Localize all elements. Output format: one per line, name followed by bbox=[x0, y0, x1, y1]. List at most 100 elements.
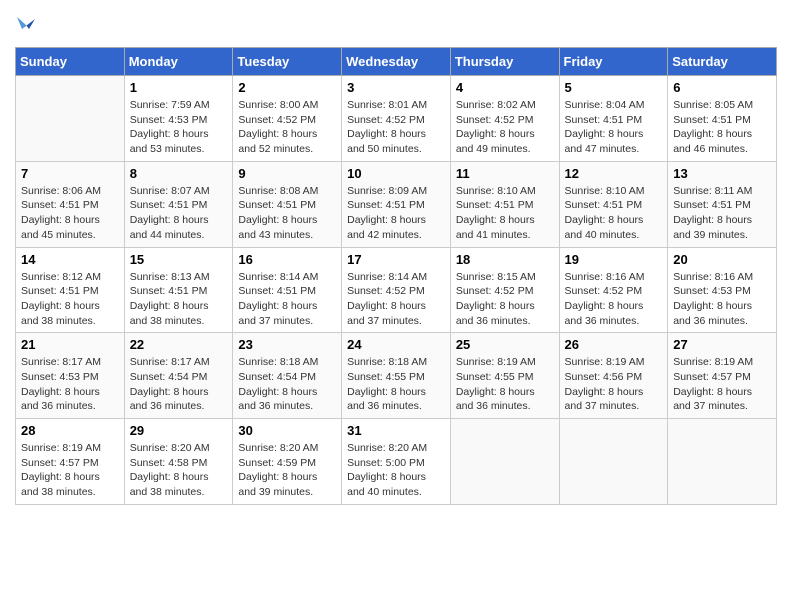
day-number: 22 bbox=[130, 337, 228, 352]
day-number: 23 bbox=[238, 337, 336, 352]
day-info: Sunrise: 8:20 AM Sunset: 4:58 PM Dayligh… bbox=[130, 441, 228, 500]
day-info: Sunrise: 8:19 AM Sunset: 4:57 PM Dayligh… bbox=[673, 355, 771, 414]
day-info: Sunrise: 8:20 AM Sunset: 5:00 PM Dayligh… bbox=[347, 441, 445, 500]
day-number: 14 bbox=[21, 252, 119, 267]
calendar-cell: 31 Sunrise: 8:20 AM Sunset: 5:00 PM Dayli… bbox=[342, 419, 451, 505]
day-info: Sunrise: 8:02 AM Sunset: 4:52 PM Dayligh… bbox=[456, 98, 554, 157]
day-info: Sunrise: 8:06 AM Sunset: 4:51 PM Dayligh… bbox=[21, 184, 119, 243]
calendar-cell: 10 Sunrise: 8:09 AM Sunset: 4:51 PM Dayli… bbox=[342, 161, 451, 247]
day-number: 25 bbox=[456, 337, 554, 352]
day-number: 16 bbox=[238, 252, 336, 267]
day-info: Sunrise: 8:16 AM Sunset: 4:53 PM Dayligh… bbox=[673, 270, 771, 329]
calendar-cell: 4 Sunrise: 8:02 AM Sunset: 4:52 PM Daylig… bbox=[450, 76, 559, 162]
calendar-cell: 20 Sunrise: 8:16 AM Sunset: 4:53 PM Dayli… bbox=[668, 247, 777, 333]
day-number: 17 bbox=[347, 252, 445, 267]
day-number: 24 bbox=[347, 337, 445, 352]
day-number: 8 bbox=[130, 166, 228, 181]
day-info: Sunrise: 8:18 AM Sunset: 4:54 PM Dayligh… bbox=[238, 355, 336, 414]
day-number: 12 bbox=[565, 166, 663, 181]
logo-bird-icon bbox=[17, 15, 35, 33]
calendar-cell: 1 Sunrise: 7:59 AM Sunset: 4:53 PM Daylig… bbox=[124, 76, 233, 162]
calendar-cell: 2 Sunrise: 8:00 AM Sunset: 4:52 PM Daylig… bbox=[233, 76, 342, 162]
day-number: 11 bbox=[456, 166, 554, 181]
day-info: Sunrise: 8:09 AM Sunset: 4:51 PM Dayligh… bbox=[347, 184, 445, 243]
calendar-cell: 8 Sunrise: 8:07 AM Sunset: 4:51 PM Daylig… bbox=[124, 161, 233, 247]
calendar-cell: 15 Sunrise: 8:13 AM Sunset: 4:51 PM Dayli… bbox=[124, 247, 233, 333]
day-number: 21 bbox=[21, 337, 119, 352]
calendar-cell bbox=[559, 419, 668, 505]
calendar-cell: 21 Sunrise: 8:17 AM Sunset: 4:53 PM Dayli… bbox=[16, 333, 125, 419]
column-header-wednesday: Wednesday bbox=[342, 48, 451, 76]
day-number: 31 bbox=[347, 423, 445, 438]
calendar-cell: 9 Sunrise: 8:08 AM Sunset: 4:51 PM Daylig… bbox=[233, 161, 342, 247]
calendar-cell: 28Sunrise: 8:19 AM Sunset: 4:57 PM Dayli… bbox=[16, 419, 125, 505]
column-header-thursday: Thursday bbox=[450, 48, 559, 76]
day-number: 5 bbox=[565, 80, 663, 95]
day-number: 29 bbox=[130, 423, 228, 438]
column-header-tuesday: Tuesday bbox=[233, 48, 342, 76]
day-number: 18 bbox=[456, 252, 554, 267]
day-number: 19 bbox=[565, 252, 663, 267]
day-info: Sunrise: 8:12 AM Sunset: 4:51 PM Dayligh… bbox=[21, 270, 119, 329]
day-info: Sunrise: 8:07 AM Sunset: 4:51 PM Dayligh… bbox=[130, 184, 228, 243]
calendar-cell: 22 Sunrise: 8:17 AM Sunset: 4:54 PM Dayli… bbox=[124, 333, 233, 419]
calendar-cell: 23 Sunrise: 8:18 AM Sunset: 4:54 PM Dayli… bbox=[233, 333, 342, 419]
day-info: Sunrise: 8:19 AM Sunset: 4:57 PM Dayligh… bbox=[21, 441, 119, 500]
calendar-cell: 19 Sunrise: 8:16 AM Sunset: 4:52 PM Dayli… bbox=[559, 247, 668, 333]
day-info: Sunrise: 8:20 AM Sunset: 4:59 PM Dayligh… bbox=[238, 441, 336, 500]
calendar-cell: 30Sunrise: 8:20 AM Sunset: 4:59 PM Dayli… bbox=[233, 419, 342, 505]
day-number: 27 bbox=[673, 337, 771, 352]
calendar-cell: 14 Sunrise: 8:12 AM Sunset: 4:51 PM Dayli… bbox=[16, 247, 125, 333]
day-info: Sunrise: 8:08 AM Sunset: 4:51 PM Dayligh… bbox=[238, 184, 336, 243]
day-number: 9 bbox=[238, 166, 336, 181]
day-info: Sunrise: 8:18 AM Sunset: 4:55 PM Dayligh… bbox=[347, 355, 445, 414]
day-info: Sunrise: 8:13 AM Sunset: 4:51 PM Dayligh… bbox=[130, 270, 228, 329]
day-number: 6 bbox=[673, 80, 771, 95]
calendar-cell: 7Sunrise: 8:06 AM Sunset: 4:51 PM Daylig… bbox=[16, 161, 125, 247]
day-info: Sunrise: 8:16 AM Sunset: 4:52 PM Dayligh… bbox=[565, 270, 663, 329]
calendar-cell: 12 Sunrise: 8:10 AM Sunset: 4:51 PM Dayli… bbox=[559, 161, 668, 247]
calendar-cell: 3Sunrise: 8:01 AM Sunset: 4:52 PM Daylig… bbox=[342, 76, 451, 162]
day-number: 1 bbox=[130, 80, 228, 95]
calendar-table: SundayMondayTuesdayWednesdayThursdayFrid… bbox=[15, 47, 777, 505]
calendar-cell: 25 Sunrise: 8:19 AM Sunset: 4:55 PM Dayli… bbox=[450, 333, 559, 419]
day-info: Sunrise: 8:11 AM Sunset: 4:51 PM Dayligh… bbox=[673, 184, 771, 243]
calendar-week-row: 14 Sunrise: 8:12 AM Sunset: 4:51 PM Dayli… bbox=[16, 247, 777, 333]
calendar-cell: 17Sunrise: 8:14 AM Sunset: 4:52 PM Dayli… bbox=[342, 247, 451, 333]
column-header-monday: Monday bbox=[124, 48, 233, 76]
day-info: Sunrise: 8:17 AM Sunset: 4:54 PM Dayligh… bbox=[130, 355, 228, 414]
calendar-cell: 29 Sunrise: 8:20 AM Sunset: 4:58 PM Dayli… bbox=[124, 419, 233, 505]
day-info: Sunrise: 8:00 AM Sunset: 4:52 PM Dayligh… bbox=[238, 98, 336, 157]
day-info: Sunrise: 8:15 AM Sunset: 4:52 PM Dayligh… bbox=[456, 270, 554, 329]
column-header-friday: Friday bbox=[559, 48, 668, 76]
day-number: 2 bbox=[238, 80, 336, 95]
column-header-saturday: Saturday bbox=[668, 48, 777, 76]
day-info: Sunrise: 7:59 AM Sunset: 4:53 PM Dayligh… bbox=[130, 98, 228, 157]
calendar-cell: 18 Sunrise: 8:15 AM Sunset: 4:52 PM Dayli… bbox=[450, 247, 559, 333]
logo bbox=[15, 15, 35, 37]
calendar-cell bbox=[668, 419, 777, 505]
day-number: 20 bbox=[673, 252, 771, 267]
day-info: Sunrise: 8:10 AM Sunset: 4:51 PM Dayligh… bbox=[565, 184, 663, 243]
calendar-cell: 5 Sunrise: 8:04 AM Sunset: 4:51 PM Daylig… bbox=[559, 76, 668, 162]
day-number: 15 bbox=[130, 252, 228, 267]
calendar-cell: 16Sunrise: 8:14 AM Sunset: 4:51 PM Dayli… bbox=[233, 247, 342, 333]
calendar-week-row: 21 Sunrise: 8:17 AM Sunset: 4:53 PM Dayli… bbox=[16, 333, 777, 419]
calendar-cell: 11 Sunrise: 8:10 AM Sunset: 4:51 PM Dayli… bbox=[450, 161, 559, 247]
column-header-sunday: Sunday bbox=[16, 48, 125, 76]
page-header bbox=[15, 15, 777, 37]
calendar-cell bbox=[16, 76, 125, 162]
calendar-cell: 24 Sunrise: 8:18 AM Sunset: 4:55 PM Dayli… bbox=[342, 333, 451, 419]
calendar-header-row: SundayMondayTuesdayWednesdayThursdayFrid… bbox=[16, 48, 777, 76]
calendar-cell bbox=[450, 419, 559, 505]
calendar-cell: 26Sunrise: 8:19 AM Sunset: 4:56 PM Dayli… bbox=[559, 333, 668, 419]
calendar-week-row: 7Sunrise: 8:06 AM Sunset: 4:51 PM Daylig… bbox=[16, 161, 777, 247]
day-info: Sunrise: 8:17 AM Sunset: 4:53 PM Dayligh… bbox=[21, 355, 119, 414]
day-number: 13 bbox=[673, 166, 771, 181]
day-info: Sunrise: 8:19 AM Sunset: 4:55 PM Dayligh… bbox=[456, 355, 554, 414]
day-info: Sunrise: 8:04 AM Sunset: 4:51 PM Dayligh… bbox=[565, 98, 663, 157]
calendar-cell: 6Sunrise: 8:05 AM Sunset: 4:51 PM Daylig… bbox=[668, 76, 777, 162]
day-number: 4 bbox=[456, 80, 554, 95]
day-info: Sunrise: 8:10 AM Sunset: 4:51 PM Dayligh… bbox=[456, 184, 554, 243]
day-number: 10 bbox=[347, 166, 445, 181]
